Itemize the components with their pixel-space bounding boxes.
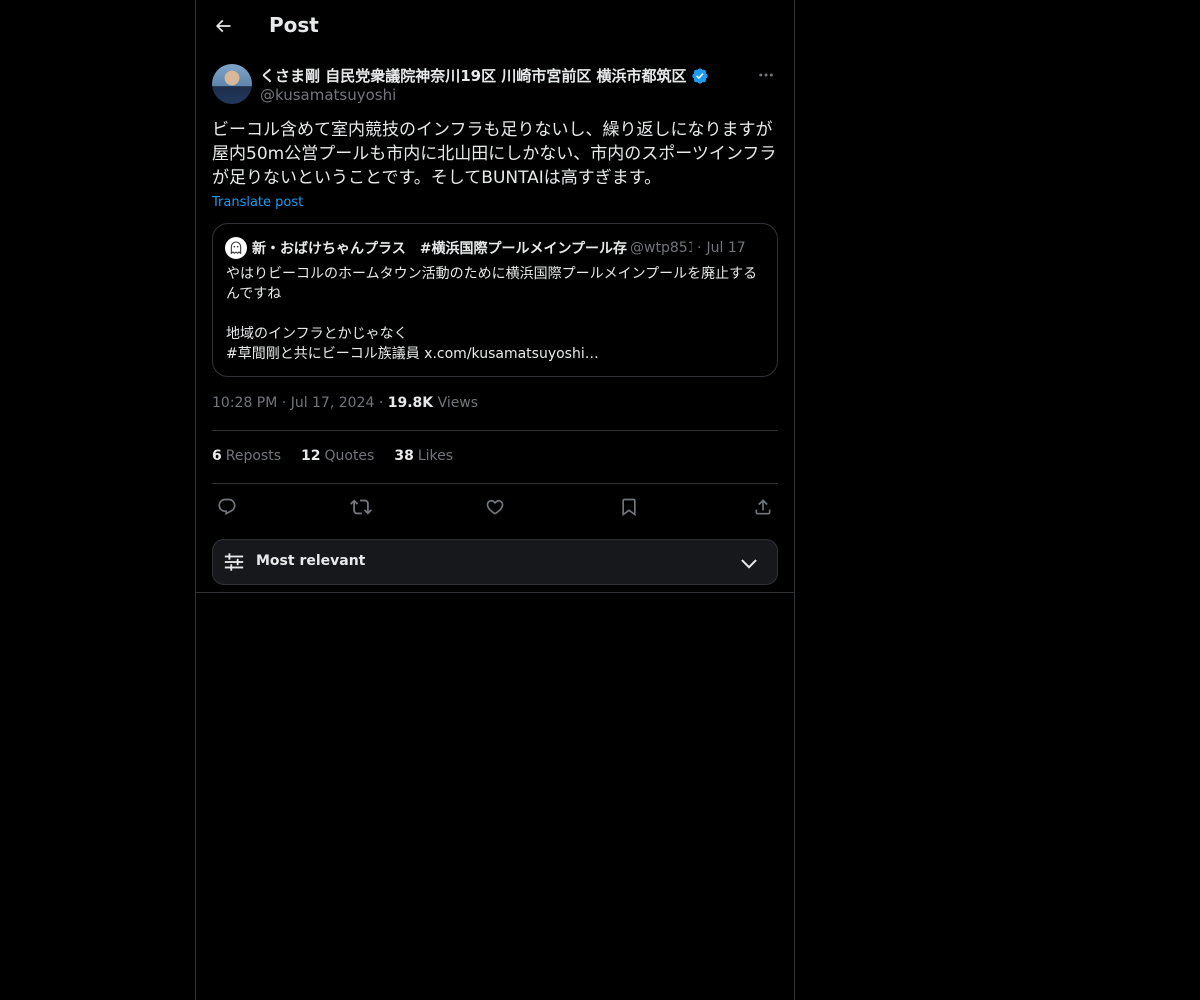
quoted-line: 地域のインフラとかじゃなく (226, 326, 408, 342)
post-date[interactable]: Jul 17, 2024 (291, 395, 375, 411)
main-column: Post くさま剛 自民党衆議院神奈川19区 川崎市宮前区 横浜市都筑区 @ku… (195, 0, 795, 1000)
views-label: Views (437, 395, 479, 411)
author-name[interactable]: くさま剛 自民党衆議院神奈川19区 川崎市宮前区 横浜市都筑区 (260, 65, 687, 86)
back-button[interactable] (206, 9, 240, 43)
divider (212, 430, 778, 431)
meta-dot: · (378, 395, 384, 411)
quoted-post-text: やはりビーコルのホームタウン活動のために横浜国際プールメインプールを廃止するんで… (226, 264, 766, 364)
post-time[interactable]: 10:28 PM (212, 395, 277, 411)
author-handle[interactable]: @kusamatsuyoshi (260, 86, 396, 104)
verified-badge-icon (691, 67, 708, 84)
bookmark-icon (622, 498, 636, 517)
post-meta: 10:28 PM · Jul 17, 2024 · 19.8K Views (212, 395, 478, 411)
quoted-author-name: 新・おばけちゃんプラス #横浜国際プールメインプール存 (252, 241, 628, 257)
meta-dot: · (281, 395, 287, 411)
page-title: Post (269, 13, 319, 37)
sort-label: Most relevant (256, 553, 366, 569)
quoted-avatar (225, 237, 247, 259)
quoted-line: #草間剛と共にビーコル族議員 x.com/kusamatsuyoshi… (226, 346, 599, 362)
divider (212, 483, 778, 484)
repost-icon (350, 499, 372, 515)
post-text: ビーコル含めて室内競技のインフラも足りないし、繰り返しになりますが屋内50m公営… (212, 120, 777, 188)
like-button[interactable] (480, 494, 510, 520)
quoted-author-handle: @wtp851 (630, 240, 693, 256)
share-icon (755, 499, 771, 515)
sliders-icon (224, 553, 244, 571)
share-button[interactable] (748, 494, 778, 520)
repost-button[interactable] (346, 494, 376, 520)
author-name-row[interactable]: くさま剛 自民党衆議院神奈川19区 川崎市宮前区 横浜市都筑区 (260, 65, 709, 86)
quoted-dot: · (697, 240, 702, 256)
arrow-left-icon (215, 19, 231, 33)
reply-icon (218, 498, 236, 516)
quoted-post-header: 新・おばけちゃんプラス #横浜国際プールメインプール存 @wtp851 · Ju… (225, 236, 765, 260)
ghost-icon (230, 241, 242, 255)
quoted-date: Jul 17 (706, 240, 746, 256)
top-bar: Post (196, 0, 794, 53)
quoted-line: やはりビーコルのホームタウン活動のために横浜国際プールメインプールを廃止するんで… (226, 266, 758, 302)
more-options-button[interactable] (754, 64, 778, 86)
divider (196, 592, 794, 593)
more-horizontal-icon (759, 73, 773, 77)
quoted-post[interactable]: 新・おばけちゃんプラス #横浜国際プールメインプール存 @wtp851 · Ju… (212, 223, 778, 377)
reposts-stat[interactable]: 6 Reposts (212, 448, 281, 464)
quotes-stat[interactable]: 12 Quotes (301, 448, 374, 464)
likes-stat[interactable]: 38 Likes (394, 448, 453, 464)
action-bar (212, 494, 778, 520)
translate-post-link[interactable]: Translate post (212, 195, 303, 210)
engagement-stats: 6 Reposts 12 Quotes 38 Likes (212, 448, 453, 464)
reply-button[interactable] (212, 494, 242, 520)
views-count: 19.8K (387, 395, 434, 411)
reply-sort-dropdown[interactable]: Most relevant (212, 539, 778, 585)
heart-icon (486, 499, 504, 515)
avatar[interactable] (212, 64, 252, 104)
bookmark-button[interactable] (614, 494, 644, 520)
chevron-down-icon (741, 559, 757, 569)
